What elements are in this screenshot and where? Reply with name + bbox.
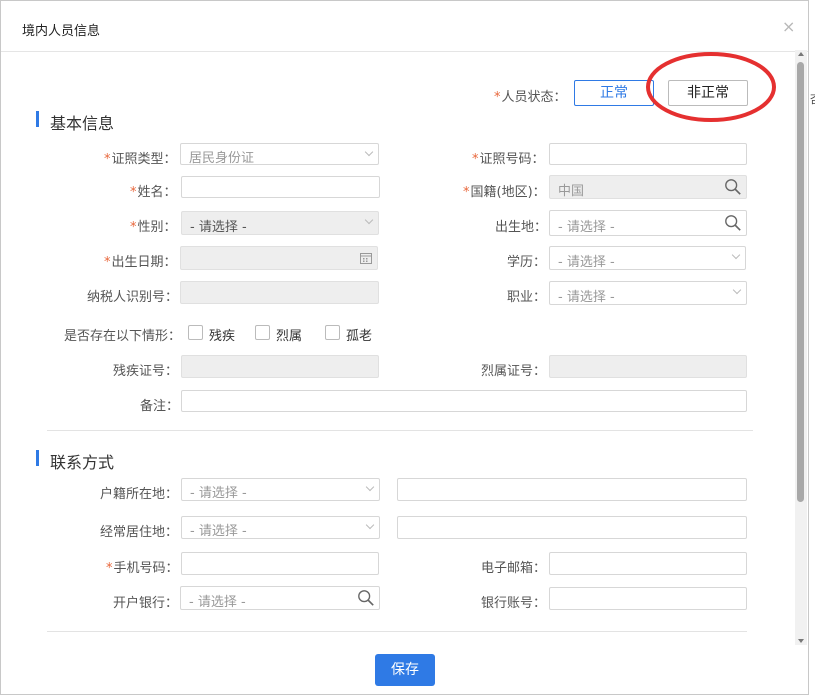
birthplace-input[interactable]: - 请选择 - [549, 210, 747, 236]
status-normal-button[interactable]: 正常 [574, 80, 654, 106]
id-type-select[interactable]: 居民身份证 [180, 143, 379, 166]
taxpayer-id-input[interactable] [180, 281, 379, 304]
bank-account-label: 银行账号： [481, 596, 547, 611]
education-select[interactable]: - 请选择 - [549, 246, 746, 270]
household-label: 户籍所在地： [100, 487, 179, 502]
residence-detail-input[interactable] [397, 516, 747, 539]
scrollbar-thumb[interactable] [797, 62, 804, 502]
birthdate-label: *出生日期： [104, 255, 177, 270]
close-icon[interactable]: × [782, 19, 795, 35]
status-label: *人员状态： [494, 90, 567, 105]
household-select[interactable]: - 请选择 - [181, 478, 380, 501]
email-label: 电子邮箱： [481, 561, 547, 576]
bank-account-input[interactable] [549, 587, 747, 610]
search-icon[interactable] [357, 589, 375, 607]
disability-checkbox-label: 残疾 [209, 329, 236, 344]
email-input[interactable] [549, 552, 747, 575]
search-icon[interactable] [724, 178, 742, 196]
section-bar [36, 450, 39, 466]
save-button[interactable]: 保存 [375, 654, 435, 686]
situation-label: 是否存在以下情形： [64, 329, 182, 344]
occupation-label: 职业： [507, 290, 547, 305]
dialog-titlebar: 境内人员信息 × [1, 1, 808, 52]
section-title-basic: 基本信息 [50, 114, 115, 133]
id-number-input[interactable] [549, 143, 747, 165]
education-label: 学历： [507, 255, 547, 270]
occupation-select[interactable]: - 请选择 - [549, 281, 747, 305]
disability-cert-label: 残疾证号： [113, 364, 179, 379]
phone-label: *手机号码： [106, 561, 179, 576]
section-divider [47, 430, 753, 431]
bank-input[interactable]: - 请选择 - [180, 586, 380, 610]
bank-label: 开户银行： [113, 596, 179, 611]
phone-input[interactable] [181, 552, 379, 575]
id-type-label: *证照类型： [104, 152, 177, 167]
name-input[interactable] [181, 176, 380, 198]
martyr-family-checkbox[interactable] [255, 325, 270, 340]
martyr-cert-input[interactable] [549, 355, 747, 378]
remark-label: 备注： [140, 399, 180, 414]
name-label: *姓名： [130, 185, 177, 200]
search-icon[interactable] [724, 214, 742, 232]
remark-input[interactable] [181, 390, 747, 412]
taxpayer-id-label: 纳税人识别号： [87, 290, 179, 305]
residence-label: 经常居住地： [100, 525, 179, 540]
residence-select[interactable]: - 请选择 - [181, 516, 380, 539]
gender-select[interactable]: - 请选择 - [181, 211, 379, 235]
dialog-title: 境内人员信息 [22, 24, 101, 39]
id-number-label: *证照号码： [472, 152, 545, 167]
household-detail-input[interactable] [397, 478, 747, 501]
disability-checkbox[interactable] [188, 325, 203, 340]
scroll-up-arrow-icon[interactable] [798, 52, 804, 56]
disability-cert-input[interactable] [181, 355, 379, 378]
nationality-label: *国籍(地区)： [463, 185, 546, 200]
lonely-elderly-checkbox-label: 孤老 [346, 329, 373, 344]
gender-label: *性别： [130, 220, 177, 235]
nationality-input[interactable]: 中国 [549, 175, 747, 199]
martyr-family-checkbox-label: 烈属 [276, 329, 303, 344]
birthdate-input[interactable] [180, 246, 378, 270]
scrollbar[interactable] [795, 50, 807, 645]
scroll-down-arrow-icon[interactable] [798, 639, 804, 643]
birthplace-label: 出生地： [495, 220, 548, 235]
section-divider [47, 631, 747, 632]
background-text-fragment-right: 否 [810, 91, 815, 107]
red-circle-annotation [646, 52, 776, 122]
martyr-cert-label: 烈属证号： [481, 364, 547, 379]
calendar-icon[interactable] [360, 252, 372, 264]
section-title-contact: 联系方式 [50, 453, 115, 472]
lonely-elderly-checkbox[interactable] [325, 325, 340, 340]
section-bar [36, 111, 39, 127]
